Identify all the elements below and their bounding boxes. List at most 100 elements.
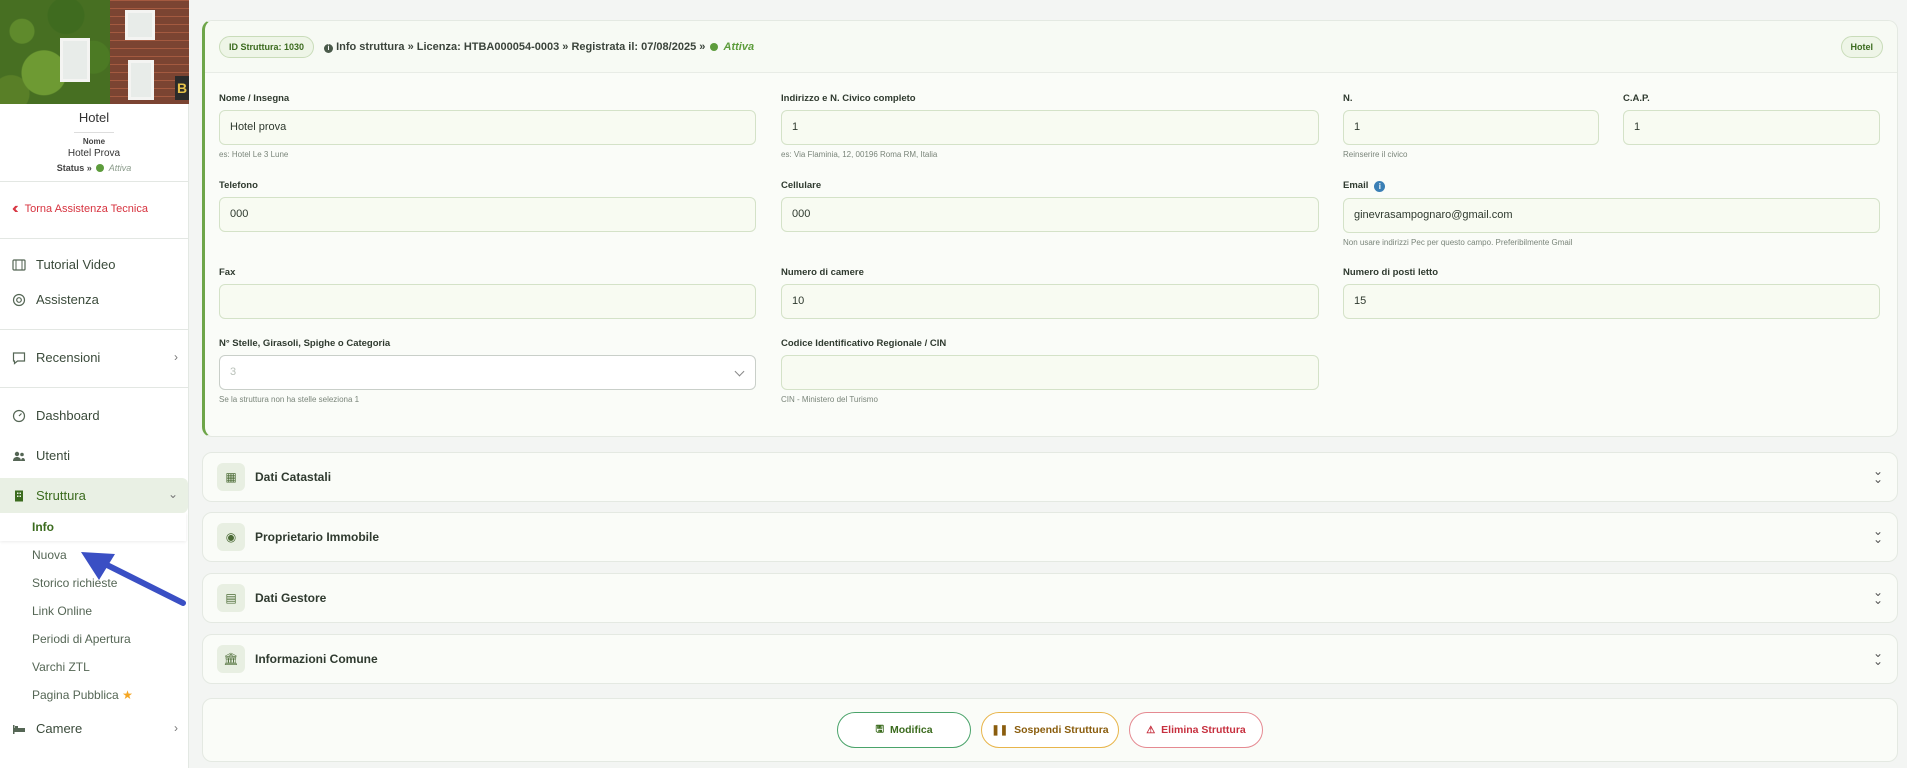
name-value: Hotel Prova xyxy=(67,148,121,159)
lifebuoy-icon xyxy=(12,293,26,307)
sidebar-subitem-link-online[interactable]: Link Online xyxy=(0,597,188,625)
camere-label: Numero di camere xyxy=(781,267,864,278)
civico-label: N. xyxy=(1343,93,1353,104)
breadcrumb-text: Info struttura » Licenza: HTBA000054-000… xyxy=(336,40,706,53)
user-circle-icon: ◉ xyxy=(217,523,245,551)
email-field-group: Email i ginevrasampognaro@gmail.com Non u… xyxy=(1343,180,1880,247)
accordion-dati-catastali[interactable]: ▦ Dati Catastali ⌄ ⌄ xyxy=(202,452,1898,502)
sidebar-subitem-varchi[interactable]: Varchi ZTL xyxy=(0,653,188,681)
users-icon xyxy=(12,449,26,463)
sidebar: B Hotel Nome Hotel Prova Status » Attiva… xyxy=(0,0,189,768)
camere-input[interactable]: 10 xyxy=(781,284,1319,319)
indirizzo-input[interactable]: 1 xyxy=(781,110,1319,145)
sidebar-item-dashboard[interactable]: Dashboard xyxy=(0,398,188,433)
cap-field-group: C.A.P. 1 xyxy=(1623,93,1880,145)
nome-hint: es: Hotel Le 3 Lune xyxy=(219,150,289,159)
double-chevron-left-icon: ‹‹ xyxy=(12,200,18,217)
sidebar-item-label: Assistenza xyxy=(36,292,99,307)
status-value: Attiva xyxy=(108,163,132,173)
cellulare-field-group: Cellulare 000 xyxy=(781,180,1319,232)
telefono-label: Telefono xyxy=(219,180,258,191)
cap-input[interactable]: 1 xyxy=(1623,110,1880,145)
cap-label: C.A.P. xyxy=(1623,93,1650,104)
cin-input[interactable] xyxy=(781,355,1319,390)
sidebar-subitem-nuova[interactable]: Nuova xyxy=(0,541,188,569)
cin-label: Codice Identificativo Regionale / CIN xyxy=(781,338,947,349)
chevron-right-icon: › xyxy=(174,721,178,735)
sidebar-item-label: Camere xyxy=(36,721,83,736)
cellulare-input[interactable]: 000 xyxy=(781,197,1319,232)
accordion-dati-gestore[interactable]: ▤ Dati Gestore ⌄ ⌄ xyxy=(202,573,1898,623)
cin-hint: CIN - Ministero del Turismo xyxy=(781,395,878,404)
pause-icon: ❚❚ xyxy=(991,724,1009,736)
cellulare-label: Cellulare xyxy=(781,180,822,191)
nome-label: Nome / Insegna xyxy=(219,93,290,104)
posti-letto-input[interactable]: 15 xyxy=(1343,284,1880,319)
accordion-informazioni-comune[interactable]: 🏛 Informazioni Comune ⌄ ⌄ xyxy=(202,634,1898,684)
nome-field-group: Nome / Insegna Hotel prova es: Hotel Le … xyxy=(219,93,756,159)
sidebar-item-label: Utenti xyxy=(36,448,70,463)
sidebar-item-tutorial[interactable]: Tutorial Video xyxy=(0,247,188,282)
double-chevron-down-icon: ⌄ ⌄ xyxy=(1872,646,1883,668)
telefono-input[interactable]: 000 xyxy=(219,197,756,232)
structure-id-badge: ID Struttura: 1030 xyxy=(219,35,315,58)
bed-icon xyxy=(12,722,26,736)
modifica-button[interactable]: 🖫 Modifica xyxy=(837,712,971,748)
structure-info-card: ID Struttura: 1030 i Info struttura » Li… xyxy=(202,20,1898,437)
sidebar-item-label: Recensioni xyxy=(36,350,101,365)
sospendi-label: Sospendi Struttura xyxy=(1014,724,1109,736)
accordion-title: Proprietario Immobile xyxy=(255,530,380,544)
sidebar-subitem-label: Pagina Pubblica xyxy=(32,688,119,702)
status-dot-icon xyxy=(96,164,105,172)
accordion-title: Dati Catastali xyxy=(255,470,332,484)
breadcrumb: i Info struttura » Licenza: HTBA000054-0… xyxy=(324,41,754,53)
sidebar-item-struttura[interactable]: Struttura ⌄ xyxy=(0,478,188,513)
chevron-right-icon: › xyxy=(174,350,178,364)
fax-input[interactable] xyxy=(219,284,756,319)
nome-input[interactable]: Hotel prova xyxy=(219,110,756,145)
email-hint: Non usare indirizzi Pec per questo campo… xyxy=(1343,238,1573,247)
email-label: Email xyxy=(1343,180,1369,191)
sidebar-item-assistenza[interactable]: Assistenza xyxy=(0,282,188,317)
cin-field-group: Codice Identificativo Regionale / CIN CI… xyxy=(781,338,1319,404)
info-card-header: ID Struttura: 1030 i Info struttura » Li… xyxy=(205,21,1897,73)
elimina-button[interactable]: ⚠ Elimina Struttura xyxy=(1129,712,1263,748)
fax-label: Fax xyxy=(219,267,236,278)
double-chevron-down-icon: ⌄ ⌄ xyxy=(1872,585,1883,607)
civico-input[interactable]: 1 xyxy=(1343,110,1599,145)
property-type-badge: Hotel xyxy=(1840,35,1883,58)
stelle-field-group: N° Stelle, Girasoli, Spighe o Categoria … xyxy=(219,338,756,404)
info-icon[interactable]: i xyxy=(1374,181,1386,192)
info-icon: i xyxy=(324,43,334,53)
sidebar-subitem-info[interactable]: Info xyxy=(0,513,186,541)
sidebar-item-camere[interactable]: Camere › xyxy=(0,711,188,746)
sidebar-subitem-storico[interactable]: Storico richieste xyxy=(0,569,188,597)
hero-sign: B xyxy=(175,76,189,100)
sidebar-item-recensioni[interactable]: Recensioni › xyxy=(0,340,188,375)
email-input[interactable]: ginevrasampognaro@gmail.com xyxy=(1343,198,1880,233)
sidebar-subitem-periodi[interactable]: Periodi di Apertura xyxy=(0,625,188,653)
building-icon xyxy=(12,489,26,503)
posti-letto-label: Numero di posti letto xyxy=(1343,267,1438,278)
landmark-icon: 🏛 xyxy=(217,645,245,673)
sidebar-subitem-pagina-pubblica[interactable]: Pagina Pubblica ★ xyxy=(0,681,188,709)
fax-field-group: Fax xyxy=(219,267,756,319)
comment-icon xyxy=(12,351,26,365)
status-label: Status » xyxy=(56,163,92,173)
back-to-support-link[interactable]: ‹‹ Torna Assistenza Tecnica xyxy=(0,187,188,231)
indirizzo-field-group: Indirizzo e N. Civico completo 1 es: Via… xyxy=(781,93,1319,159)
stelle-select[interactable]: 3 xyxy=(219,355,756,390)
accordion-proprietario[interactable]: ◉ Proprietario Immobile ⌄ ⌄ xyxy=(202,512,1898,562)
sospendi-button[interactable]: ❚❚ Sospendi Struttura xyxy=(981,712,1119,748)
double-chevron-down-icon: ⌄ ⌄ xyxy=(1872,464,1883,486)
posti-letto-field-group: Numero di posti letto 15 xyxy=(1343,267,1880,319)
film-icon xyxy=(12,258,26,272)
indirizzo-hint: es: Via Flaminia, 12, 00196 Roma RM, Ita… xyxy=(781,150,938,159)
sidebar-item-utenti[interactable]: Utenti xyxy=(0,438,188,473)
status-dot-icon xyxy=(710,42,719,51)
property-type: Hotel xyxy=(78,110,110,125)
building-icon: ▦ xyxy=(217,463,245,491)
accordion-title: Dati Gestore xyxy=(255,591,327,605)
gauge-icon xyxy=(12,409,26,423)
civico-field-group: N. 1 Reinserire il civico xyxy=(1343,93,1599,159)
